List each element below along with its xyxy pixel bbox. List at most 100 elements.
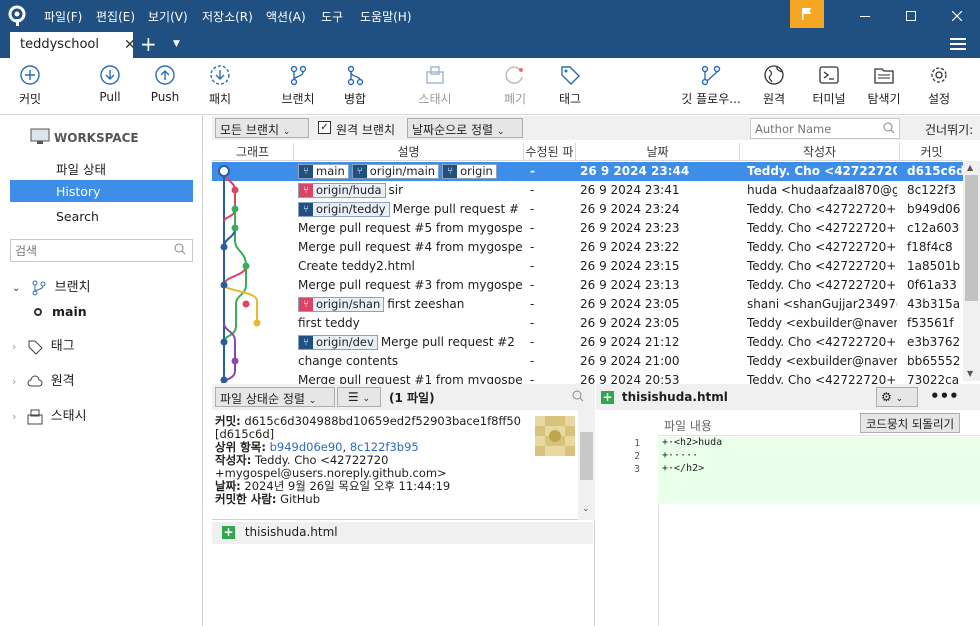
column-graph[interactable]: 그래프 <box>212 143 294 160</box>
remote-branches-checkbox[interactable]: ✓ <box>318 121 331 134</box>
commit-author: Teddy. Cho <42722720+mygospel <box>747 202 897 216</box>
commit-row[interactable]: first teddy - 26 9 2024 23:05 Teddy <exbuil… <box>212 314 963 333</box>
author-search-field[interactable] <box>750 118 900 139</box>
sidebar-search-field[interactable] <box>10 239 193 262</box>
commit-row[interactable]: ⑂ origin/huda sir -26 9 2024 23:41 huda <hud… <box>212 181 963 200</box>
explorer-button[interactable]: 탐색기 <box>854 62 914 107</box>
scroll-down-icon[interactable]: ⌄ <box>582 504 590 514</box>
menu-tools[interactable]: 도구 <box>321 8 343 25</box>
sidebar-section-stashes[interactable]: › 스태시 <box>12 405 87 425</box>
menu-view[interactable]: 보기(V) <box>148 8 188 25</box>
commit-modified: - <box>530 297 535 311</box>
hamburger-menu-icon[interactable] <box>950 38 966 53</box>
scrollbar-thumb[interactable] <box>580 432 593 480</box>
file-list-item[interactable]: + thisishuda.html <box>212 522 593 544</box>
commit-hash: 43b315a <box>907 297 961 311</box>
branch-tag[interactable]: ⑂ origin/dev <box>298 335 378 350</box>
commit-description: change contents <box>298 354 522 368</box>
sidebar-search-input[interactable] <box>15 241 165 260</box>
branch-tag[interactable]: ⑂ main <box>298 164 349 179</box>
merge-icon <box>347 65 364 86</box>
scrollbar-thumb[interactable] <box>965 175 978 301</box>
commit-description: ⑂ origin/dev Merge pull request #2 <box>298 335 522 350</box>
diff-options-dropdown[interactable]: ⚙ ⌄ <box>876 387 918 407</box>
settings-label: 설정 <box>927 92 951 106</box>
sidebar-item-file-status[interactable]: 파일 상태 <box>10 155 193 177</box>
scroll-down-icon[interactable]: ▼ <box>967 369 973 378</box>
commit-row[interactable]: ⑂ origin/teddy Merge pull request # -26 9 2… <box>212 200 963 219</box>
repo-tab[interactable]: teddyschool ✕ <box>10 32 136 58</box>
commit-row[interactable]: Merge pull request #5 from mygospel/main… <box>212 219 963 238</box>
gitflow-button[interactable]: 깃 플로우... <box>676 62 746 107</box>
settings-button[interactable]: 설정 <box>909 62 969 107</box>
view-mode-dropdown[interactable]: ☰ ⌄ <box>337 387 381 407</box>
chevron-down-icon[interactable]: ▼ <box>173 39 180 49</box>
commit-row[interactable]: change contents - 26 9 2024 21:00 Teddy <ex… <box>212 352 963 371</box>
column-modified[interactable]: 수정된 파 <box>524 143 576 160</box>
sidebar-item-search[interactable]: Search <box>10 205 193 227</box>
commit-message: Merge pull request #5 from mygospel/main <box>298 221 522 235</box>
branch-icon: ⑂ <box>352 165 367 178</box>
commit-row[interactable]: Merge pull request #3 from mygospel/tedd… <box>212 276 963 295</box>
maximize-button[interactable] <box>888 0 934 32</box>
branch-tag[interactable]: ⑂ origin/huda <box>298 183 386 198</box>
branch-tag[interactable]: ⑂ origin/teddy <box>298 202 390 217</box>
revert-hunk-button[interactable]: 코드뭉치 되돌리기 <box>860 413 960 433</box>
sidebar-branch-main[interactable]: main <box>34 304 87 319</box>
scroll-up-icon[interactable]: ▲ <box>967 163 973 172</box>
menu-actions[interactable]: 액션(A) <box>266 8 306 25</box>
push-button[interactable]: Push <box>135 62 195 104</box>
file-list: + thisishuda.html <box>212 520 595 626</box>
pull-button[interactable]: Pull <box>80 62 140 104</box>
discard-button[interactable]: 폐기 <box>485 62 545 107</box>
file-sort-dropdown[interactable]: 파일 상태순 정렬 ⌄ <box>215 387 335 407</box>
commit-description: Merge pull request #3 from mygospel/tedd… <box>298 278 522 292</box>
commit-hash: 8c122f3 <box>907 183 956 197</box>
more-options-icon[interactable]: ••• <box>930 387 959 405</box>
branch-button[interactable]: 브랜치 <box>268 62 328 107</box>
commit-row[interactable]: ⑂ main ⑂ origin/main ⑂ origin -26 9 2024 23:44… <box>212 162 963 181</box>
parent-link[interactable]: b949d06e90 <box>270 440 343 454</box>
search-icon <box>174 243 186 258</box>
column-commit[interactable]: 커밋 <box>900 143 963 160</box>
commit-row[interactable]: ⑂ origin/dev Merge pull request #2-26 9 20… <box>212 333 963 352</box>
remote-button[interactable]: 원격 <box>744 62 804 107</box>
menu-repository[interactable]: 저장소(R) <box>202 8 253 25</box>
column-description[interactable]: 설명 <box>294 143 524 160</box>
sort-dropdown[interactable]: 날짜순으로 정렬 ⌄ <box>407 118 523 138</box>
commit-list-scrollbar[interactable]: ▲ ▼ <box>963 161 980 381</box>
flag-icon[interactable] <box>790 0 824 28</box>
terminal-button[interactable]: 터미널 <box>799 62 859 107</box>
close-window-button[interactable] <box>934 0 980 32</box>
menu-help[interactable]: 도움말(H) <box>360 8 412 25</box>
branch-filter-dropdown[interactable]: 모든 브랜치 ⌄ <box>215 118 309 138</box>
branch-tag[interactable]: ⑂ origin/main <box>351 164 440 179</box>
fetch-button[interactable]: 패치 <box>190 62 250 107</box>
branch-tag[interactable]: ⑂ origin <box>442 164 497 179</box>
sidebar-section-tags[interactable]: › 태그 <box>12 335 75 355</box>
commit-button[interactable]: 커밋 <box>0 62 60 107</box>
merge-button[interactable]: 병합 <box>325 62 385 107</box>
commit-row[interactable]: Merge pull request #4 from mygospel/shan… <box>212 238 963 257</box>
close-icon[interactable]: ✕ <box>124 37 136 53</box>
sidebar-section-remotes[interactable]: › 원격 <box>12 370 75 390</box>
sidebar-section-branches[interactable]: ⌄ 브랜치 <box>12 276 91 296</box>
commit-message: Merge pull request #2 <box>380 335 515 349</box>
stash-button[interactable]: 스태시 <box>405 62 465 107</box>
parent-link[interactable]: 8c122f3b95 <box>350 440 419 454</box>
commit-row[interactable]: Create teddy2.html - 26 9 2024 23:15 Teddy.… <box>212 257 963 276</box>
column-author[interactable]: 작성자 <box>740 143 900 160</box>
tag-button[interactable]: 태그 <box>540 62 600 107</box>
column-date[interactable]: 날짜 <box>576 143 740 160</box>
menu-file[interactable]: 파일(F) <box>44 8 82 25</box>
commit-row[interactable]: ⑂ origin/shan first zeeshan -26 9 2024 23:0… <box>212 295 963 314</box>
new-tab-plus-icon[interactable]: + <box>140 34 157 54</box>
terminal-icon <box>819 66 839 84</box>
search-icon[interactable] <box>572 390 584 405</box>
branch-tag[interactable]: ⑂ origin/shan <box>298 297 385 312</box>
author-search-input[interactable] <box>755 120 875 137</box>
detail-scrollbar[interactable]: ⌄ <box>578 410 595 520</box>
sidebar-item-history[interactable]: History <box>10 180 193 202</box>
menu-edit[interactable]: 편집(E) <box>96 8 135 25</box>
minimize-button[interactable] <box>842 0 888 32</box>
